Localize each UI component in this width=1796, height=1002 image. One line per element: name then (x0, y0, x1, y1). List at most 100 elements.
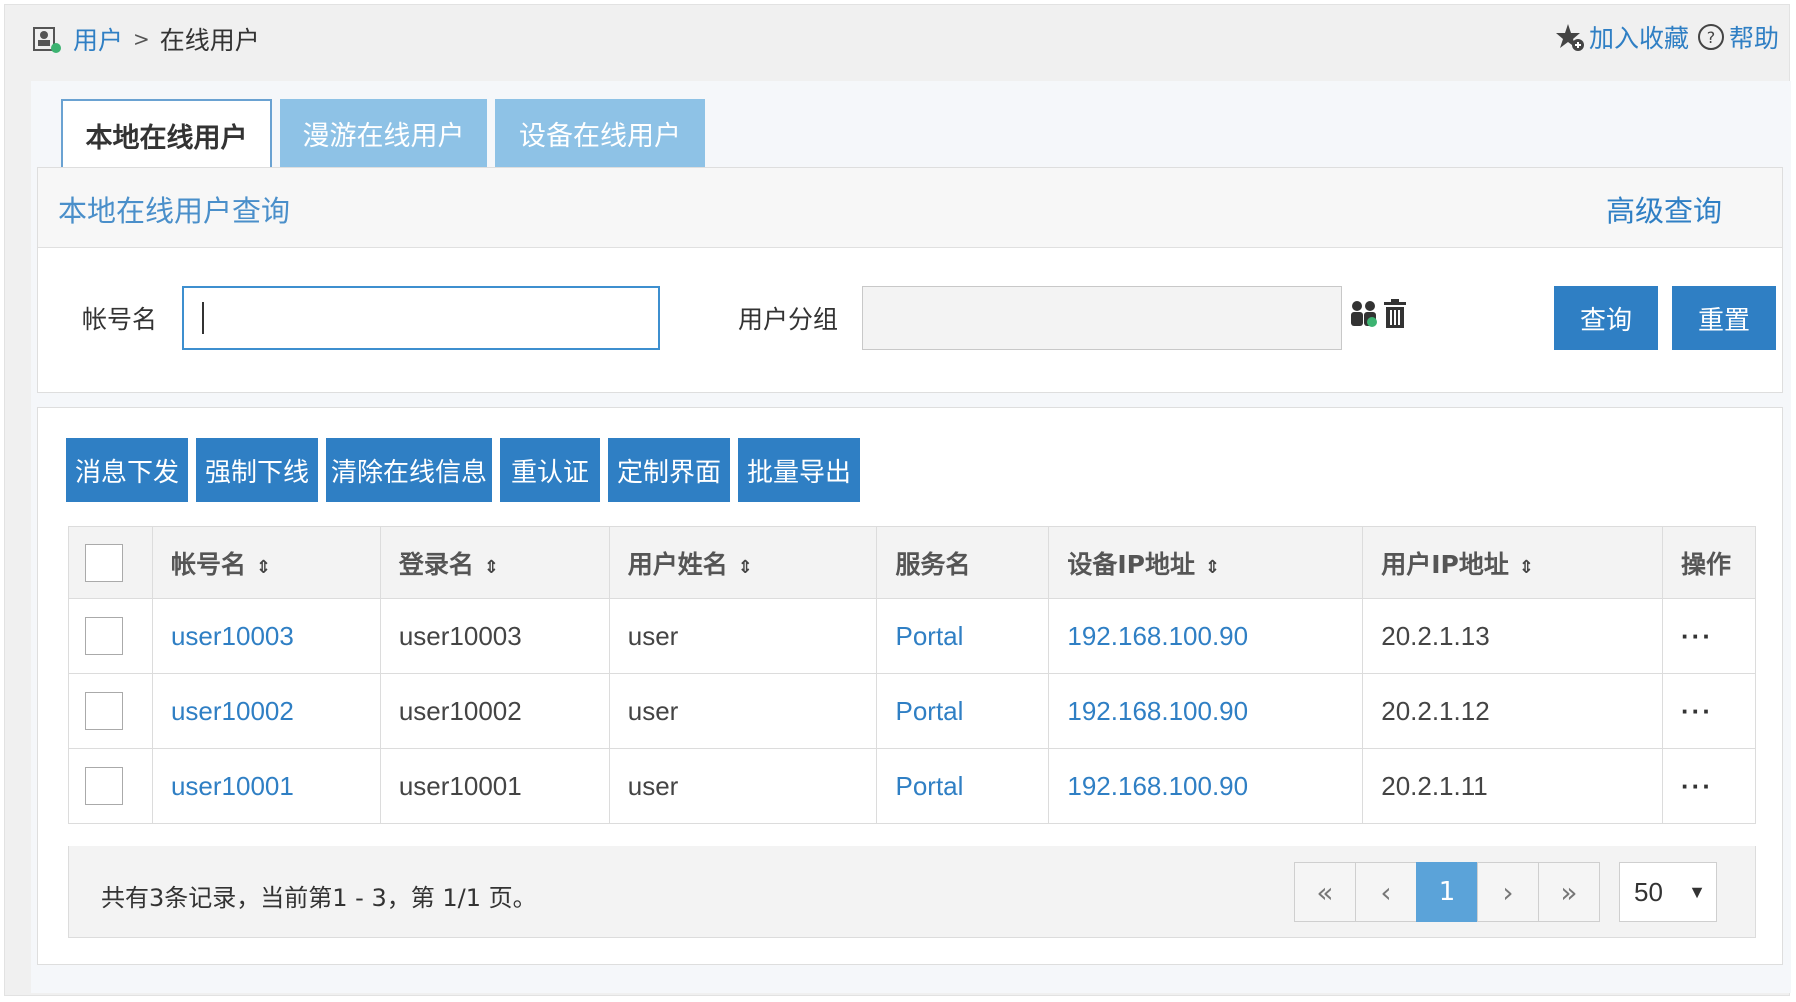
row-checkbox[interactable] (85, 692, 123, 730)
service-cell[interactable]: Portal (876, 748, 1050, 824)
operation-cell: ··· (1662, 673, 1756, 749)
breadcrumb-separator: > (133, 27, 150, 51)
query-panel: 本地在线用户查询 高级查询 帐号名 用户分组 查询 重置 (37, 167, 1783, 393)
account-cell[interactable]: user10001 (151, 748, 381, 824)
column-header-user-ip[interactable]: 用户IP地址 ⇕ (1362, 526, 1664, 599)
tab-bar: 本地在线用户 漫游在线用户 设备在线用户 (61, 99, 713, 169)
row-checkbox[interactable] (85, 617, 123, 655)
user-name-cell: user (608, 598, 878, 674)
row-select-cell (68, 673, 153, 749)
page-size-value: 50 (1634, 876, 1663, 907)
breadcrumb: 用户 > 在线用户 (31, 21, 260, 57)
sort-icon: ⇕ (1205, 556, 1221, 578)
account-name-label: 帐号名 (82, 305, 158, 334)
login-cell: user10002 (379, 673, 610, 749)
row-select-cell (68, 748, 153, 824)
star-add-icon (1555, 24, 1584, 51)
service-cell[interactable]: Portal (876, 598, 1050, 674)
column-header-account[interactable]: 帐号名 ⇕ (151, 526, 381, 599)
user-ip-cell: 20.2.1.12 (1362, 673, 1664, 749)
batch-export-button[interactable]: 批量导出 (738, 438, 860, 502)
top-bar: 用户 > 在线用户 加入收藏 ? 帮助 (5, 5, 1789, 75)
table-footer: 共有3条记录，当前第1 - 3，第 1/1 页。 « ‹ 1 › » 50 ▼ (68, 846, 1756, 938)
breadcrumb-current: 在线用户 (159, 26, 260, 55)
table-row: user10002 user10002 user Portal 192.168.… (68, 673, 1756, 749)
last-page-button[interactable]: » (1538, 862, 1600, 922)
account-cell[interactable]: user10002 (151, 673, 381, 749)
account-name-input[interactable] (182, 286, 660, 350)
more-actions-icon[interactable]: ··· (1681, 696, 1713, 726)
search-button[interactable]: 查询 (1554, 286, 1658, 350)
sort-icon: ⇕ (1518, 556, 1534, 578)
table-row: user10001 user10001 user Portal 192.168.… (68, 748, 1756, 824)
tab-device-online-users[interactable]: 设备在线用户 (495, 99, 705, 167)
column-header-service: 服务名 (876, 526, 1050, 599)
user-ip-cell: 20.2.1.11 (1362, 748, 1664, 824)
prev-page-button[interactable]: ‹ (1355, 862, 1417, 922)
help-icon: ? (1697, 24, 1724, 50)
current-page-button[interactable]: 1 (1416, 862, 1478, 922)
reset-button[interactable]: 重置 (1672, 286, 1776, 350)
customize-interface-button[interactable]: 定制界面 (608, 438, 730, 502)
top-actions: 加入收藏 ? 帮助 (1547, 19, 1779, 55)
trash-icon[interactable] (1382, 298, 1408, 330)
main-panel: 本地在线用户 漫游在线用户 设备在线用户 本地在线用户查询 高级查询 帐号名 用… (31, 81, 1791, 993)
clear-online-info-button[interactable]: 清除在线信息 (326, 438, 492, 502)
next-page-button[interactable]: › (1477, 862, 1539, 922)
select-group-icon[interactable] (1348, 298, 1380, 330)
device-ip-cell[interactable]: 192.168.100.90 (1048, 598, 1364, 674)
user-ip-cell: 20.2.1.13 (1362, 598, 1664, 674)
service-cell[interactable]: Portal (876, 673, 1050, 749)
page-size-select[interactable]: 50 ▼ (1619, 862, 1717, 922)
advanced-query-link[interactable]: 高级查询 (1606, 188, 1722, 230)
user-name-cell: user (608, 748, 878, 824)
tab-roaming-online-users[interactable]: 漫游在线用户 (280, 99, 487, 167)
query-panel-title: 本地在线用户查询 (58, 194, 291, 228)
select-all-checkbox[interactable] (85, 543, 123, 582)
user-group-field[interactable] (862, 286, 1342, 350)
table-row: user10003 user10003 user Portal 192.168.… (68, 598, 1756, 674)
device-ip-cell[interactable]: 192.168.100.90 (1048, 748, 1364, 824)
reauthenticate-button[interactable]: 重认证 (500, 438, 600, 502)
column-header-login[interactable]: 登录名 ⇕ (379, 526, 610, 599)
query-panel-header: 本地在线用户查询 高级查询 (38, 168, 1782, 248)
device-ip-cell[interactable]: 192.168.100.90 (1048, 673, 1364, 749)
chevron-down-icon: ▼ (1688, 881, 1706, 902)
add-favorite-label: 加入收藏 (1588, 24, 1689, 53)
first-page-button[interactable]: « (1294, 862, 1356, 922)
user-module-icon (33, 27, 61, 53)
tab-local-online-users[interactable]: 本地在线用户 (61, 99, 272, 169)
sort-icon: ⇕ (737, 556, 753, 578)
pagination: « ‹ 1 › » (1294, 862, 1600, 922)
column-header-device-ip[interactable]: 设备IP地址 ⇕ (1048, 526, 1364, 599)
account-cell[interactable]: user10003 (151, 598, 381, 674)
online-users-table: 帐号名 ⇕ 登录名 ⇕ 用户姓名 ⇕ 服务名 设备IP地址 ⇕ 用户IP地址 ⇕ 操作 u… (68, 526, 1756, 824)
list-panel: 消息下发 强制下线 清除在线信息 重认证 定制界面 批量导出 帐号名 ⇕ 登录名 ⇕… (37, 407, 1783, 965)
select-all-cell (68, 526, 153, 599)
add-favorite-link[interactable]: 加入收藏 (1555, 19, 1689, 55)
login-cell: user10003 (379, 598, 610, 674)
user-group-label: 用户分组 (738, 305, 839, 334)
record-info: 共有3条记录，当前第1 - 3，第 1/1 页。 (101, 884, 537, 912)
user-name-cell: user (608, 673, 878, 749)
breadcrumb-parent[interactable]: 用户 (73, 21, 123, 57)
force-offline-button[interactable]: 强制下线 (196, 438, 318, 502)
row-checkbox[interactable] (85, 767, 123, 805)
row-select-cell (68, 598, 153, 674)
table-header-row: 帐号名 ⇕ 登录名 ⇕ 用户姓名 ⇕ 服务名 设备IP地址 ⇕ 用户IP地址 ⇕ 操作 (68, 526, 1756, 599)
more-actions-icon[interactable]: ··· (1681, 771, 1713, 801)
column-header-operation: 操作 (1662, 526, 1756, 599)
login-cell: user10001 (379, 748, 610, 824)
operation-cell: ··· (1662, 598, 1756, 674)
column-header-user-name[interactable]: 用户姓名 ⇕ (608, 526, 878, 599)
text-cursor (202, 302, 204, 334)
sort-icon: ⇕ (483, 556, 499, 578)
send-message-button[interactable]: 消息下发 (66, 438, 188, 502)
help-label: 帮助 (1728, 24, 1779, 53)
operation-cell: ··· (1662, 748, 1756, 824)
help-link[interactable]: ? 帮助 (1697, 19, 1779, 55)
sort-icon: ⇕ (255, 556, 272, 578)
app-frame: 用户 > 在线用户 加入收藏 ? 帮助 本地在线用户 漫游在线用户 设备在线用户… (4, 4, 1791, 996)
svg-text:?: ? (1707, 28, 1716, 47)
more-actions-icon[interactable]: ··· (1681, 621, 1713, 651)
